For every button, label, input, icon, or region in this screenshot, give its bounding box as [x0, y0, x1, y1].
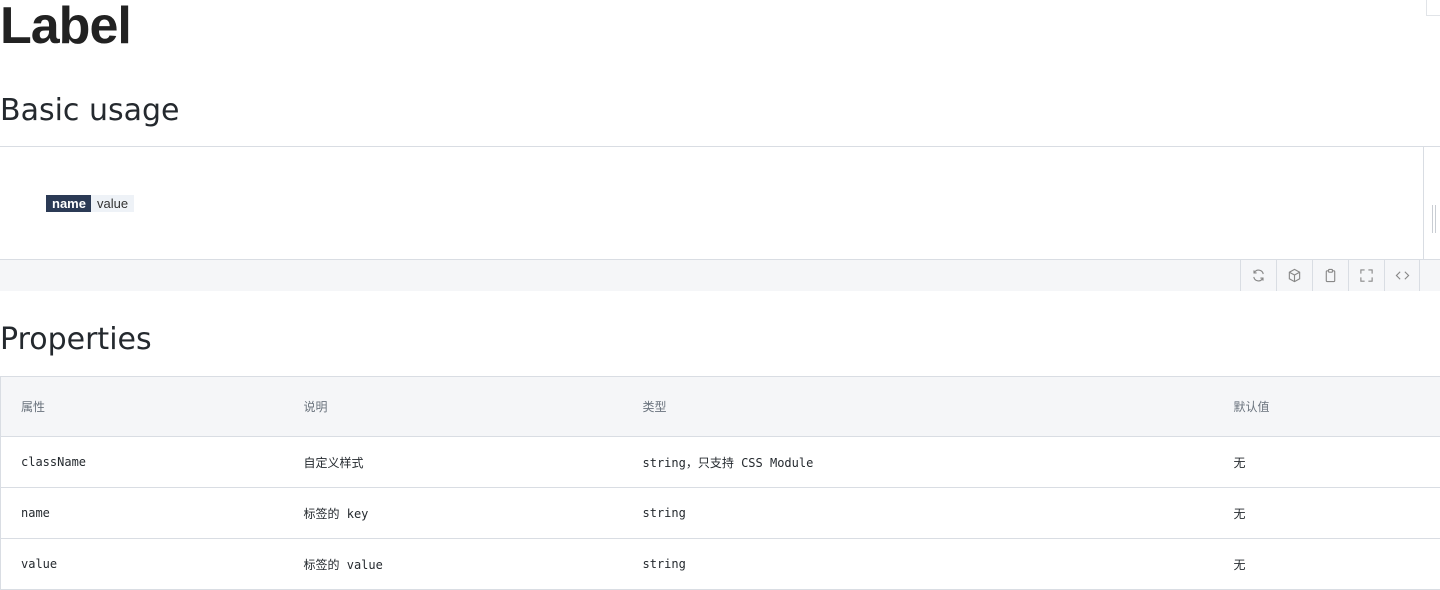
- cube-icon: [1287, 268, 1302, 283]
- header-default: 默认值: [1214, 377, 1440, 437]
- demo-toolbar: [0, 259, 1440, 291]
- code-icon: [1395, 268, 1410, 283]
- header-type: 类型: [623, 377, 1214, 437]
- cell-default: 无: [1214, 539, 1440, 590]
- section-title-basic-usage: Basic usage: [0, 93, 180, 128]
- show-code-button[interactable]: [1384, 260, 1420, 291]
- cell-description: 标签的 key: [284, 488, 623, 539]
- table-row: name 标签的 key string 无: [1, 488, 1440, 539]
- refresh-icon: [1251, 268, 1266, 283]
- properties-table: 属性 说明 类型 默认值 className 自定义样式 string，只支持 …: [0, 376, 1440, 590]
- demo-block: name value: [0, 146, 1440, 291]
- cell-property: className: [1, 437, 284, 488]
- fullscreen-icon: [1359, 268, 1374, 283]
- page-title: Label: [0, 0, 131, 56]
- cell-description: 标签的 value: [284, 539, 623, 590]
- header-property: 属性: [1, 377, 284, 437]
- fullscreen-button[interactable]: [1348, 260, 1384, 291]
- cell-property: value: [1, 539, 284, 590]
- cell-default: 无: [1214, 437, 1440, 488]
- table-row: className 自定义样式 string，只支持 CSS Module 无: [1, 437, 1440, 488]
- section-title-properties: Properties: [0, 322, 152, 357]
- copy-button[interactable]: [1312, 260, 1348, 291]
- refresh-button[interactable]: [1240, 260, 1276, 291]
- resize-handle[interactable]: [1432, 205, 1436, 233]
- cell-type: string: [623, 539, 1214, 590]
- label-name: name: [46, 195, 91, 212]
- cell-property: name: [1, 488, 284, 539]
- cell-default: 无: [1214, 488, 1440, 539]
- codesandbox-button[interactable]: [1276, 260, 1312, 291]
- cell-type: string: [623, 488, 1214, 539]
- clipboard-icon: [1323, 268, 1338, 283]
- cell-type: string，只支持 CSS Module: [623, 437, 1214, 488]
- header-description: 说明: [284, 377, 623, 437]
- demo-preview-area: name value: [0, 147, 1424, 259]
- table-row: value 标签的 value string 无: [1, 539, 1440, 590]
- table-header-row: 属性 说明 类型 默认值: [1, 377, 1440, 437]
- label-component: name value: [46, 195, 134, 212]
- top-right-corner-decoration: [1426, 0, 1440, 16]
- cell-description: 自定义样式: [284, 437, 623, 488]
- label-value: value: [91, 195, 134, 212]
